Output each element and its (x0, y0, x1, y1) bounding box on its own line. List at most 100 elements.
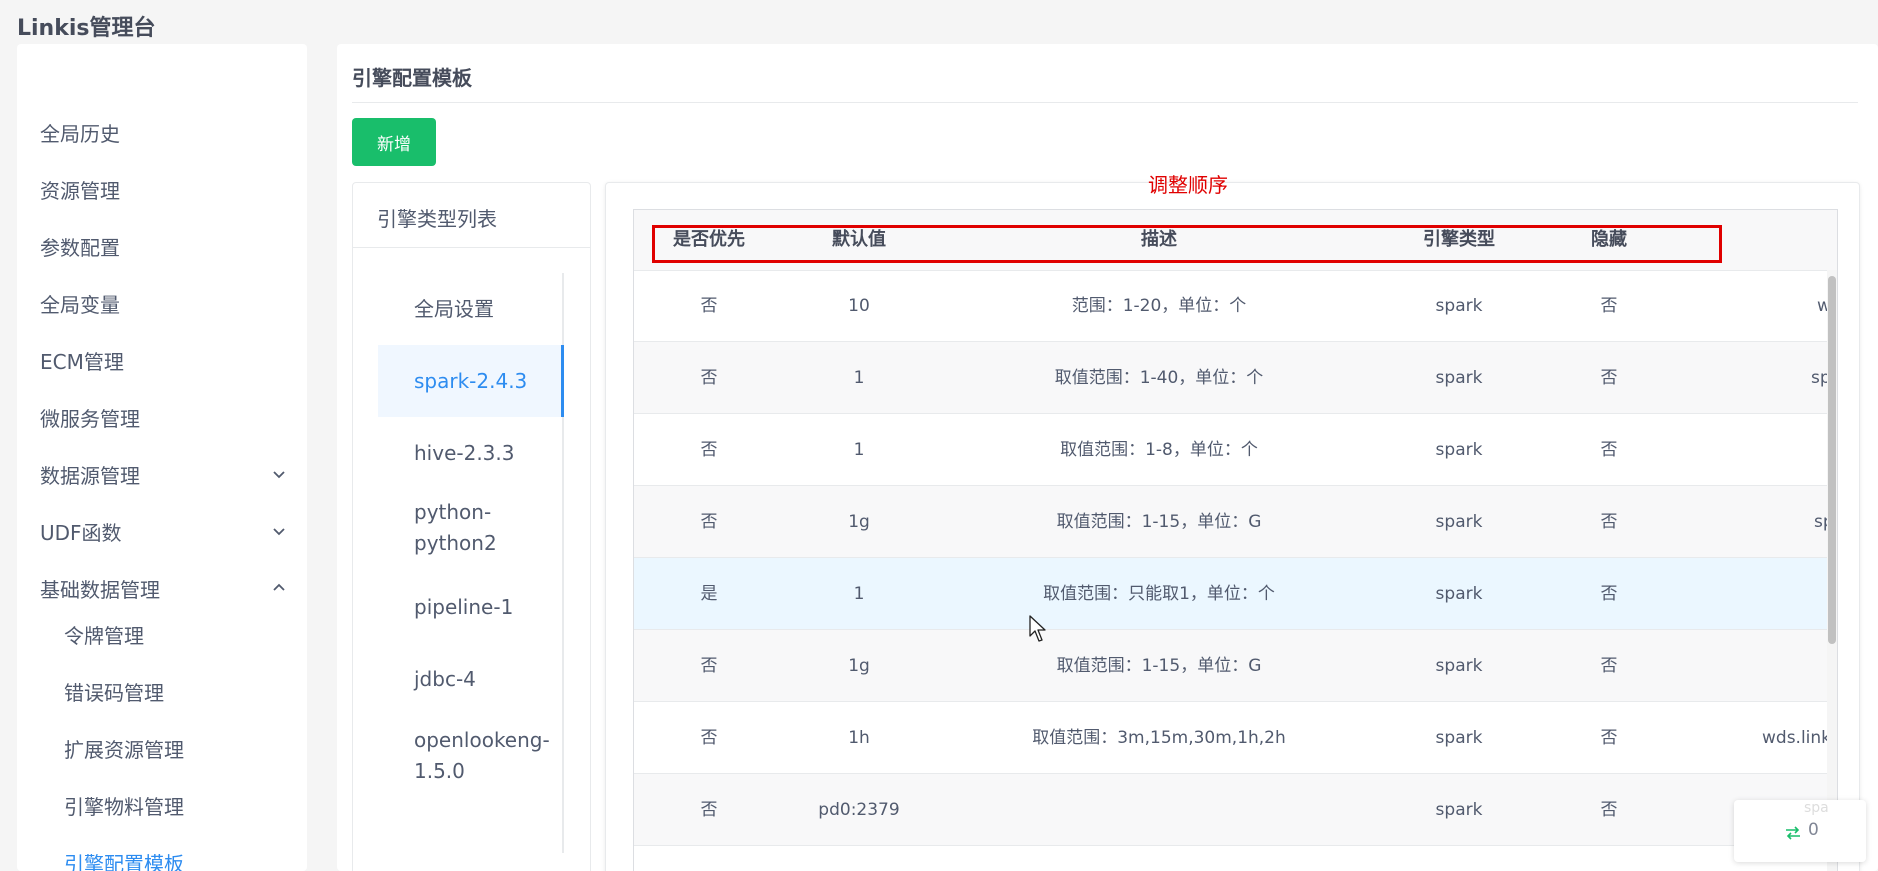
cell-priority: 否 (700, 800, 718, 820)
engine-item-pipeline[interactable]: pipeline-1 (378, 571, 564, 645)
cell-hidden: 否 (1600, 800, 1618, 820)
engine-item-jdbc[interactable]: jdbc-4 (378, 645, 564, 715)
cell-priority: 否 (700, 368, 718, 388)
cell-default: 1g (848, 512, 870, 532)
engine-item-openlookeng[interactable]: openlookeng- 1.5.0 (378, 715, 564, 801)
cell-engine-type: spark (1435, 512, 1483, 532)
sidebar-item-label: UDF函数 (40, 520, 122, 545)
table-scrollbar-thumb[interactable] (1828, 276, 1836, 644)
sidebar-item-label: 基础数据管理 (40, 577, 160, 602)
sidebar-item-label: 微服务管理 (40, 406, 140, 431)
cell-engine-type: spark (1435, 800, 1483, 820)
table-row[interactable]: 否 pd0:2379 spark 否 (634, 774, 1837, 846)
cell-default: 1h (848, 728, 870, 748)
config-table-card: 调整顺序 是否优先 默认值 描述 引擎类型 隐藏 否 10 范围：1-20，单位… (605, 173, 1860, 871)
sidebar-item-udf-functions[interactable]: UDF函数 (17, 511, 307, 551)
engine-list-title: 引擎类型列表 (377, 207, 497, 231)
cell-description: 取值范围：只能取1，单位：个 (1043, 584, 1275, 604)
sidebar-item-microservice-management[interactable]: 微服务管理 (17, 397, 307, 437)
sidebar-item-parameter-config[interactable]: 参数配置 (17, 226, 307, 266)
sidebar-item-label: 引擎物料管理 (64, 794, 184, 819)
cell-extra: sp (1814, 512, 1827, 532)
title-divider (352, 102, 1858, 103)
sidebar-item-basic-data-management[interactable]: 基础数据管理 (17, 568, 307, 608)
table-row[interactable]: 否 1g 取值范围：1-15，单位：G spark 否 sp (634, 486, 1837, 558)
sidebar-item-datasource-management[interactable]: 数据源管理 (17, 454, 307, 494)
cell-engine-type: spark (1435, 728, 1483, 748)
cell-engine-type: spark (1435, 296, 1483, 316)
chevron-up-icon (273, 583, 285, 591)
sidebar-subitem-engine-material-management[interactable]: 引擎物料管理 (17, 785, 307, 825)
sidebar-item-label: 全局历史 (40, 121, 120, 146)
sidebar-subitem-engine-config-template[interactable]: 引擎配置模板 (17, 842, 307, 871)
cell-priority: 是 (700, 584, 718, 604)
cell-hidden: 否 (1600, 728, 1618, 748)
cell-default: 1 (853, 440, 865, 460)
sidebar-item-label: 全局变量 (40, 292, 120, 317)
cell-description: 取值范围：3m,15m,30m,1h,2h (1032, 728, 1286, 748)
cell-priority: 否 (700, 512, 718, 532)
main-panel: 引擎配置模板 新增 引擎类型列表 全局设置 spark-2.4.3 hive-2… (337, 44, 1878, 871)
engine-item-spark[interactable]: spark-2.4.3 (378, 345, 564, 417)
table-row[interactable]: 否 1h 取值范围：3m,15m,30m,1h,2h spark 否 wds.l… (634, 702, 1837, 774)
engine-item-python[interactable]: python- python2 (378, 489, 564, 571)
table-header: 是否优先 默认值 描述 引擎类型 隐藏 (634, 210, 1837, 271)
cell-engine-type: spark (1435, 584, 1483, 604)
sidebar-item-label: 资源管理 (40, 178, 120, 203)
chevron-down-icon (273, 528, 285, 536)
floating-badge[interactable]: spa 0 (1734, 800, 1866, 862)
cell-default: 1 (853, 368, 865, 388)
mouse-cursor-icon (1029, 615, 1046, 642)
engine-type-list-panel: 引擎类型列表 全局设置 spark-2.4.3 hive-2.3.3 pytho… (352, 182, 591, 871)
cell-hidden: 否 (1600, 512, 1618, 532)
cell-default: 1 (853, 584, 865, 604)
table-row[interactable]: 是 1 取值范围：只能取1，单位：个 spark 否 (634, 558, 1837, 630)
sidebar-subitem-token-management[interactable]: 令牌管理 (17, 614, 307, 654)
sidebar-item-label: 扩展资源管理 (64, 737, 184, 762)
cell-priority: 否 (700, 728, 718, 748)
cell-hidden: 否 (1600, 296, 1618, 316)
table-row[interactable]: 否 10 范围：1-20，单位：个 spark 否 w (634, 270, 1837, 342)
sidebar-item-global-history[interactable]: 全局历史 (17, 112, 307, 152)
app-title: Linkis管理台 (17, 16, 156, 41)
cell-engine-type: spark (1435, 440, 1483, 460)
cell-default: pd0:2379 (818, 800, 900, 820)
sidebar-menu: 全局历史 资源管理 参数配置 全局变量 ECM管理 微服务管理 数据源管理 UD… (17, 44, 307, 871)
badge-count: 0 (1808, 820, 1819, 840)
cell-extra: wds.link (1762, 728, 1827, 748)
divider (353, 247, 590, 248)
cell-priority: 否 (700, 656, 718, 676)
cell-description: 范围：1-20，单位：个 (1071, 296, 1247, 316)
sidebar-subitem-error-code-management[interactable]: 错误码管理 (17, 671, 307, 711)
cell-hidden: 否 (1600, 368, 1618, 388)
engine-item-hive[interactable]: hive-2.3.3 (378, 417, 564, 489)
sidebar-subitem-extended-resource-management[interactable]: 扩展资源管理 (17, 728, 307, 768)
page-title: 引擎配置模板 (352, 66, 472, 90)
sidebar-item-global-variables[interactable]: 全局变量 (17, 283, 307, 323)
sidebar-item-label: 错误码管理 (64, 680, 164, 705)
table-row[interactable]: 否 1 取值范围：1-40，单位：个 spark 否 spa (634, 342, 1837, 414)
cell-hidden: 否 (1600, 656, 1618, 676)
config-table: 是否优先 默认值 描述 引擎类型 隐藏 否 10 范围：1-20，单位：个 sp… (633, 209, 1838, 871)
annotation-text: 调整顺序 (1148, 173, 1228, 197)
cell-description: 取值范围：1-15，单位：G (1056, 656, 1262, 676)
cell-hidden: 否 (1600, 440, 1618, 460)
cell-description (934, 774, 1384, 846)
sidebar-item-resource-management[interactable]: 资源管理 (17, 169, 307, 209)
cell-priority: 否 (700, 296, 718, 316)
sidebar-item-ecm-management[interactable]: ECM管理 (17, 340, 307, 380)
cell-default: 1g (848, 656, 870, 676)
cell-description: 取值范围：1-40，单位：个 (1054, 368, 1264, 388)
cell-engine-type: spark (1435, 656, 1483, 676)
add-button[interactable]: 新增 (352, 118, 436, 166)
sidebar-item-label: 令牌管理 (64, 623, 144, 648)
table-row[interactable]: 否 1g 取值范围：1-15，单位：G spark 否 (634, 630, 1837, 702)
chevron-down-icon (273, 471, 285, 479)
engine-item-global-settings[interactable]: 全局设置 (378, 273, 564, 345)
annotation-highlight-box (652, 225, 1722, 263)
table-row[interactable]: 否 1 取值范围：1-8，单位：个 spark 否 (634, 414, 1837, 486)
cell-description: 取值范围：1-15，单位：G (1056, 512, 1262, 532)
swap-arrows-icon (1786, 826, 1800, 840)
cell-priority: 否 (700, 440, 718, 460)
cell-extra: w (1817, 270, 1827, 342)
